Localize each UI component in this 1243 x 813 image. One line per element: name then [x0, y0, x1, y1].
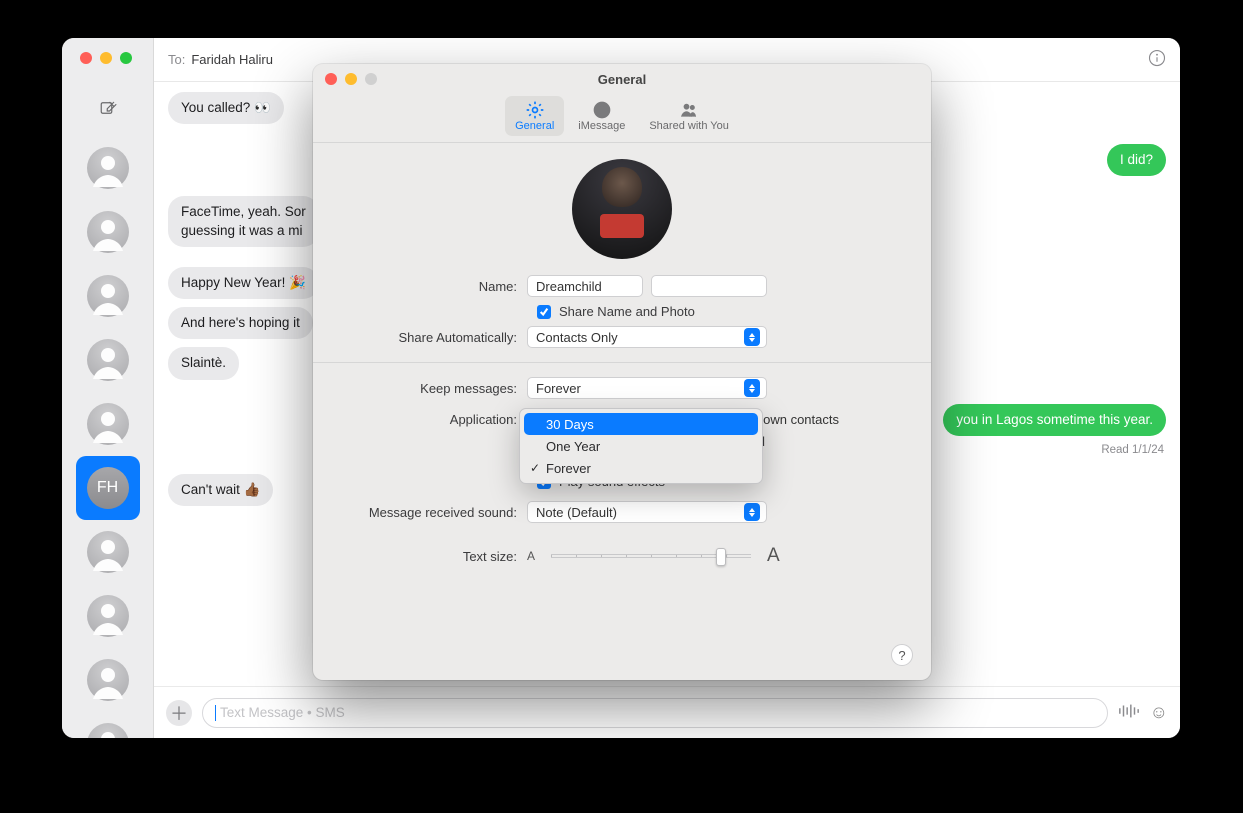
minimize-window-button[interactable] — [100, 52, 112, 64]
tab-general[interactable]: General — [505, 96, 564, 136]
at-icon — [591, 100, 613, 120]
message-bubble[interactable]: Slaintè. — [168, 347, 239, 379]
dropdown-option-forever[interactable]: ✓Forever — [524, 457, 758, 479]
slider-thumb[interactable] — [716, 548, 726, 566]
conversation-item-selected[interactable]: FH — [76, 456, 140, 520]
avatar-icon — [87, 659, 129, 701]
avatar-icon — [87, 339, 129, 381]
conversation-item[interactable] — [76, 136, 140, 200]
checkbox-checked-icon — [537, 305, 551, 319]
conversation-list: FH — [62, 128, 153, 738]
first-name-input[interactable]: Dreamchild — [527, 275, 643, 297]
to-name[interactable]: Faridah Haliru — [191, 52, 273, 67]
select-value: Forever — [536, 381, 581, 396]
apps-button[interactable]: ＋ — [166, 700, 192, 726]
preferences-dialog: General General iMessage Shared with You… — [313, 64, 931, 680]
tab-label: Shared with You — [649, 120, 729, 132]
share-name-photo-checkbox[interactable]: Share Name and Photo — [345, 304, 899, 319]
profile-photo[interactable] — [572, 159, 672, 259]
conversation-item[interactable] — [76, 584, 140, 648]
dropdown-option-30-days[interactable]: 30 Days — [524, 413, 758, 435]
select-value: Contacts Only — [536, 330, 618, 345]
dropdown-option-one-year[interactable]: One Year — [524, 435, 758, 457]
checkbox-label: Share Name and Photo — [559, 304, 695, 319]
prefs-minimize-button[interactable] — [345, 73, 357, 85]
avatar-icon — [87, 531, 129, 573]
to-label: To: — [168, 52, 185, 67]
close-window-button[interactable] — [80, 52, 92, 64]
share-auto-select[interactable]: Contacts Only — [527, 326, 767, 348]
select-arrows-icon — [744, 328, 760, 346]
message-bubble[interactable]: Happy New Year! 🎉 — [168, 267, 319, 299]
message-input[interactable]: Text Message • SMS — [202, 698, 1108, 728]
people-icon — [678, 100, 700, 120]
compose-button[interactable] — [62, 88, 153, 128]
message-bubble[interactable]: FaceTime, yeah. Sorguessing it was a mi — [168, 196, 319, 246]
prefs-titlebar: General — [313, 64, 931, 94]
keep-messages-label: Keep messages: — [345, 381, 527, 396]
application-label: Application: — [345, 412, 527, 427]
name-label: Name: — [345, 279, 527, 294]
avatar-icon — [87, 275, 129, 317]
avatar-icon — [87, 211, 129, 253]
text-size-large-icon: A — [767, 545, 780, 567]
sidebar: FH — [62, 38, 154, 738]
zoom-window-button[interactable] — [120, 52, 132, 64]
share-auto-label: Share Automatically: — [345, 330, 527, 345]
help-button[interactable]: ? — [891, 644, 913, 666]
tab-label: General — [515, 120, 554, 132]
keep-messages-dropdown: 30 Days One Year ✓Forever — [519, 408, 763, 484]
text-size-slider[interactable] — [551, 554, 751, 558]
avatar-icon — [87, 723, 129, 738]
tab-imessage[interactable]: iMessage — [568, 96, 635, 136]
message-bubble[interactable]: I did? — [1107, 144, 1166, 176]
prefs-body: Name: Dreamchild Share Name and Photo Sh… — [313, 143, 931, 590]
conversation-item[interactable] — [76, 648, 140, 712]
prefs-tabbar: General iMessage Shared with You — [313, 94, 931, 143]
message-bubble[interactable]: you in Lagos sometime this year. — [943, 404, 1166, 436]
divider — [313, 362, 931, 363]
audio-message-button[interactable] — [1118, 703, 1140, 722]
avatar-icon — [87, 403, 129, 445]
conversation-item[interactable] — [76, 712, 140, 738]
placeholder-text: Text Message • SMS — [220, 705, 345, 720]
avatar-icon — [87, 147, 129, 189]
select-arrows-icon — [744, 503, 760, 521]
composer: ＋ Text Message • SMS ☺ — [154, 686, 1180, 738]
message-bubble[interactable]: Can't wait 👍🏾 — [168, 474, 273, 506]
avatar-icon — [87, 595, 129, 637]
conversation-item[interactable] — [76, 264, 140, 328]
prefs-traffic-lights — [325, 73, 377, 85]
conversation-item[interactable] — [76, 392, 140, 456]
received-sound-label: Message received sound: — [345, 505, 527, 520]
message-bubble[interactable]: You called? 👀 — [168, 92, 284, 124]
conversation-item[interactable] — [76, 520, 140, 584]
message-bubble[interactable]: And here's hoping it — [168, 307, 313, 339]
conversation-item[interactable] — [76, 328, 140, 392]
select-arrows-icon — [744, 379, 760, 397]
last-name-input[interactable] — [651, 275, 767, 297]
text-size-label: Text size: — [345, 549, 527, 564]
conversation-item[interactable] — [76, 200, 140, 264]
keep-messages-select[interactable]: Forever — [527, 377, 767, 399]
emoji-picker-button[interactable]: ☺ — [1150, 702, 1168, 723]
tab-label: iMessage — [578, 120, 625, 132]
checkmark-icon: ✓ — [530, 461, 540, 475]
window-traffic-lights — [62, 38, 153, 88]
tab-shared-with-you[interactable]: Shared with You — [639, 96, 739, 136]
prefs-title-text: General — [598, 72, 646, 87]
prefs-zoom-button — [365, 73, 377, 85]
received-sound-select[interactable]: Note (Default) — [527, 501, 767, 523]
avatar-initials: FH — [87, 467, 129, 509]
select-value: Note (Default) — [536, 505, 617, 520]
details-button[interactable] — [1148, 49, 1166, 70]
gear-icon — [524, 100, 546, 120]
prefs-close-button[interactable] — [325, 73, 337, 85]
text-size-small-icon: A — [527, 549, 535, 563]
text-cursor — [215, 705, 216, 721]
